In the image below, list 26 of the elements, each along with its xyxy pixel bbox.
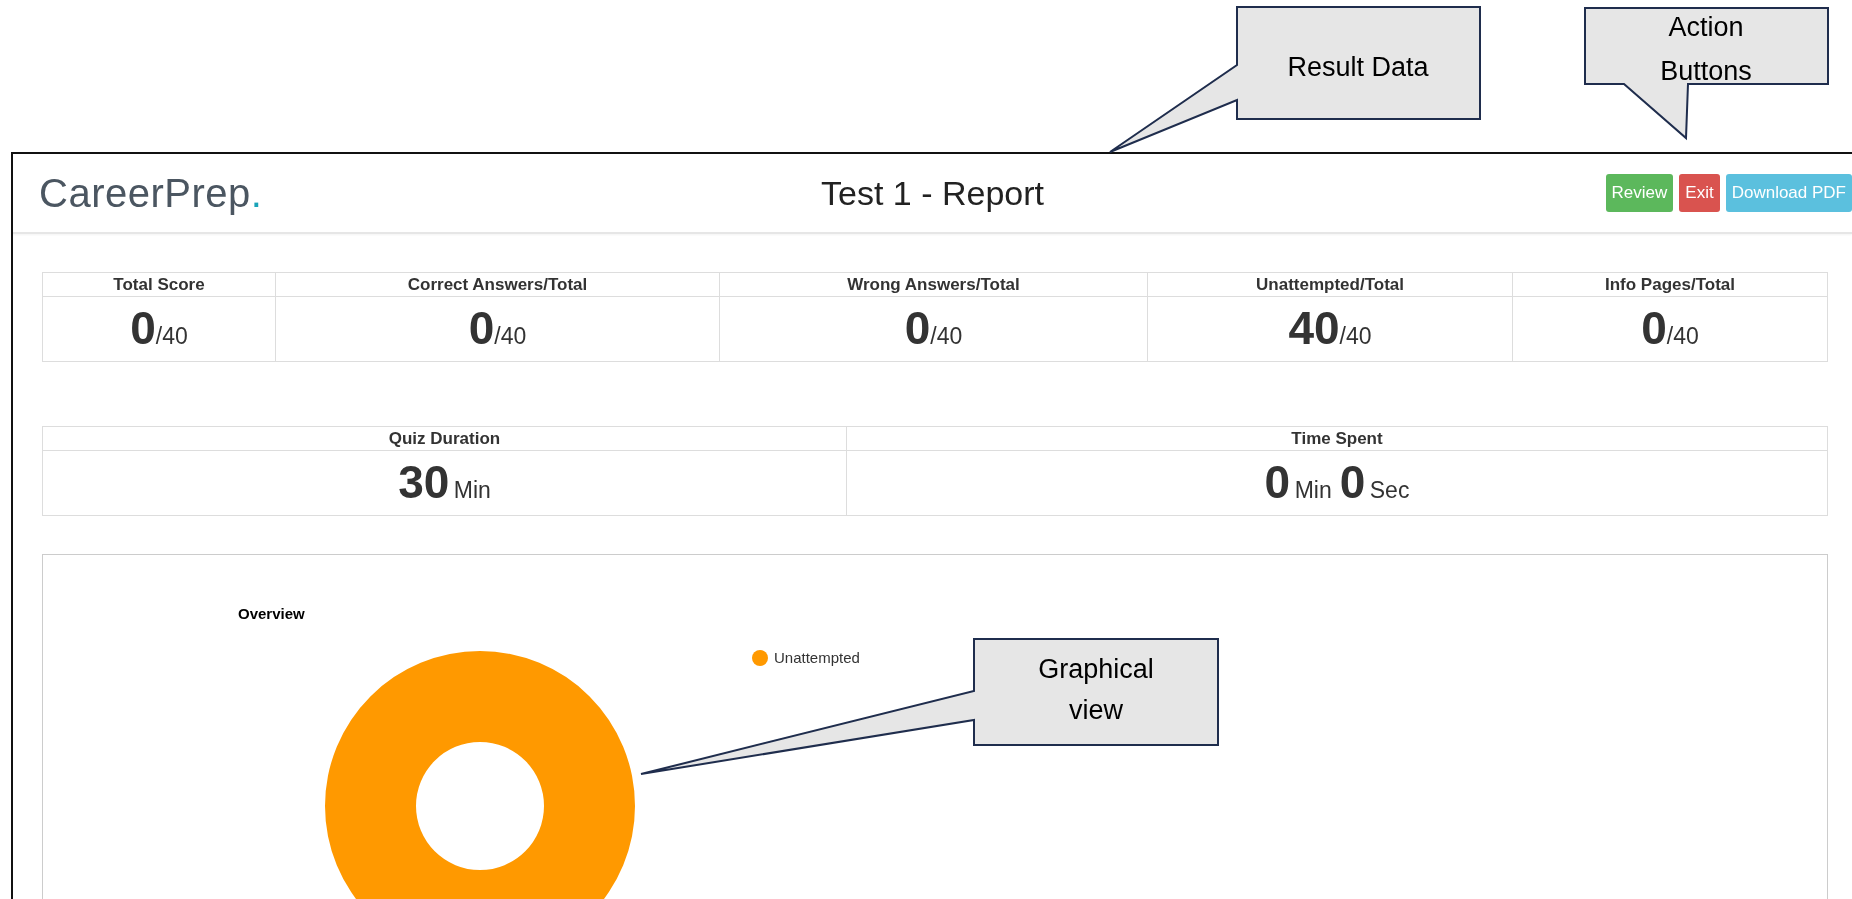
score-value: 0/40: [1641, 301, 1699, 356]
score-value: 40/40: [1288, 301, 1372, 356]
legend-label: Unattempted: [774, 649, 860, 666]
score-label: Total Score: [43, 273, 275, 297]
score-value: 0/40: [130, 301, 188, 356]
chart-title: Overview: [238, 605, 305, 622]
callout-text: Result Data: [1287, 52, 1429, 82]
score-label: Correct Answers/Total: [276, 273, 719, 297]
score-value: 0/40: [468, 301, 527, 356]
score-label: Unattempted/Total: [1148, 273, 1512, 297]
duration-value: 30 Min: [398, 455, 491, 510]
callout-text: Action: [1668, 12, 1744, 42]
action-button[interactable]: Review: [1605, 174, 1674, 212]
score-label: Info Pages/Total: [1513, 273, 1827, 297]
logo: CareerPrep.: [38, 170, 264, 216]
action-button[interactable]: Exit: [1679, 174, 1720, 212]
duration-label: Quiz Duration: [43, 427, 846, 451]
score-value: 0/40: [904, 301, 963, 356]
duration-label: Time Spent: [847, 427, 1827, 451]
page-title: Test 1 - Report: [821, 173, 1044, 213]
action-button[interactable]: Download PDF: [1725, 174, 1852, 212]
duration-value: 0 Min 0 Sec: [1264, 455, 1410, 510]
callout-text: Buttons: [1660, 56, 1752, 86]
callout-text: Graphical: [1038, 654, 1154, 684]
score-label: Wrong Answers/Total: [720, 273, 1147, 297]
callout-text: view: [1069, 695, 1123, 725]
